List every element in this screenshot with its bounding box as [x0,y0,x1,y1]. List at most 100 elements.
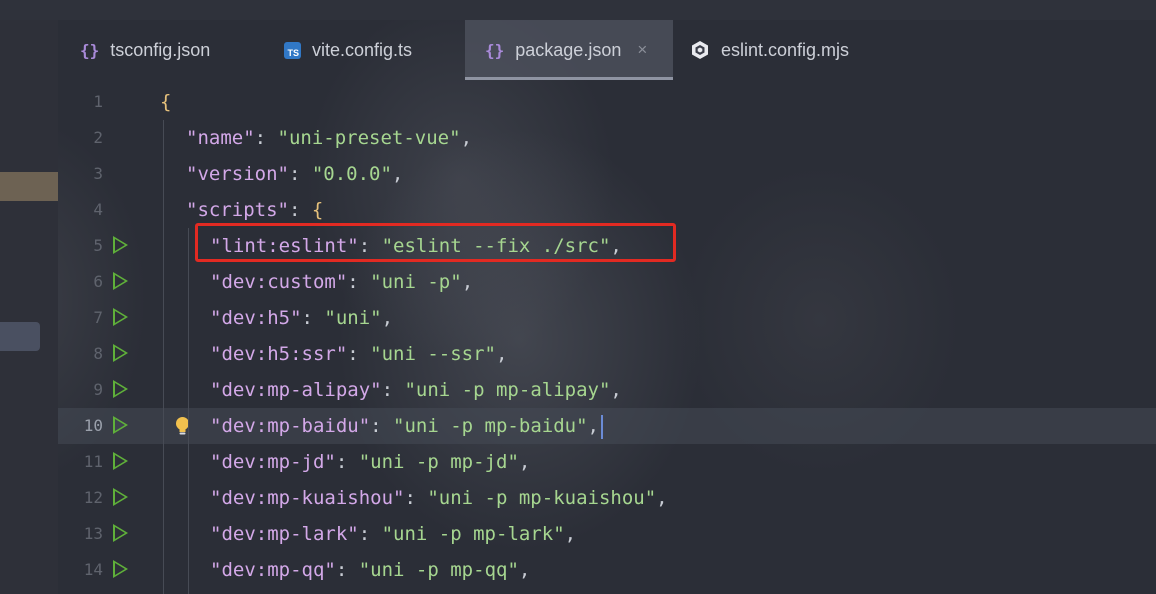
code-line[interactable]: 1{ [58,84,1156,120]
eslint-icon [690,40,710,60]
json-string-value: "uni -p" [370,271,462,293]
punctuation: : [370,415,394,437]
json-string-value: "uni -p mp-alipay" [404,379,611,401]
code-text: { [160,84,171,120]
code-line[interactable]: 8 "dev:h5:ssr": "uni --ssr", [58,336,1156,372]
side-panel [0,20,58,594]
punctuation: : [404,487,428,509]
run-script-icon[interactable] [113,452,128,470]
tab-label: vite.config.ts [312,39,413,60]
code-text: "dev:custom": "uni -p", [210,264,473,300]
line-number: 13 [83,524,103,543]
code-line[interactable]: 13 "dev:mp-lark": "uni -p mp-lark", [58,516,1156,552]
json-key: "dev:mp-qq" [210,559,336,581]
line-number: 10 [83,416,103,435]
code-text: "dev:mp-jd": "uni -p mp-jd", [210,444,530,480]
line-number: 12 [83,488,103,507]
json-brace: { [160,91,172,113]
json-brace: { [311,199,324,221]
typescript-icon: TS [284,41,301,59]
punctuation: : [335,451,359,473]
code-line[interactable]: 7 "dev:h5": "uni", [58,300,1156,336]
json-key: "dev:mp-alipay" [210,379,382,401]
title-strip [0,0,1156,20]
text-cursor [600,414,603,439]
json-comma: , [610,379,622,401]
json-comma: , [656,487,668,509]
code-text: "dev:mp-qq": "uni -p mp-qq", [210,552,530,588]
code-line[interactable]: 2 "name": "uni-preset-vue", [58,120,1156,156]
json-string-value: "uni-preset-vue" [277,127,461,149]
line-number: 8 [93,344,103,363]
run-script-icon[interactable] [113,236,128,254]
line-number: 7 [93,308,103,327]
code-text: "dev:mp-lark": "uni -p mp-lark", [210,516,576,552]
editor-tab-bar: {} tsconfig.json TS vite.config.ts {} pa… [58,20,1156,80]
line-number: 6 [93,272,103,291]
tab-tsconfig-json[interactable]: {} tsconfig.json [80,20,210,80]
code-line[interactable]: 10 "dev:mp-baidu": "uni -p mp-baidu", [58,408,1156,444]
punctuation: : [288,199,312,221]
json-key: "scripts" [186,199,289,221]
line-number: 5 [93,236,103,255]
line-number: 4 [93,200,103,219]
side-panel-selection[interactable] [0,322,40,351]
code-text: "dev:h5:ssr": "uni --ssr", [210,336,507,372]
code-line[interactable]: 14 "dev:mp-qq": "uni -p mp-qq", [58,552,1156,588]
punctuation: : [347,271,371,293]
run-script-icon[interactable] [113,308,128,326]
json-string-value: "0.0.0" [311,163,392,185]
json-string-value: "uni -p mp-kuaishou" [427,487,657,509]
json-key: "version" [186,163,289,185]
close-tab-icon[interactable]: × [637,40,647,60]
code-text: "version": "0.0.0", [186,156,403,192]
json-key: "dev:h5" [210,307,302,329]
tab-label: eslint.config.mjs [721,39,850,60]
code-line[interactable]: 6 "dev:custom": "uni -p", [58,264,1156,300]
code-line[interactable]: 9 "dev:mp-alipay": "uni -p mp-alipay", [58,372,1156,408]
code-line[interactable]: 11 "dev:mp-jd": "uni -p mp-jd", [58,444,1156,480]
side-panel-highlight [0,172,58,201]
json-comma: , [564,523,577,545]
code-text: "dev:mp-alipay": "uni -p mp-alipay", [210,372,622,408]
code-text: "dev:h5": "uni", [210,300,393,336]
run-script-icon[interactable] [113,560,128,578]
tab-label: tsconfig.json [110,39,211,60]
code-text: "dev:mp-kuaishou": "uni -p mp-kuaishou", [210,480,668,516]
json-comma: , [587,415,599,437]
code-text: "dev:mp-baidu": "uni -p mp-baidu", [210,408,603,444]
json-key: "name" [186,127,255,149]
code-line[interactable]: 3 "version": "0.0.0", [58,156,1156,192]
tab-eslint-config-mjs[interactable]: eslint.config.mjs [690,20,849,80]
line-number: 3 [93,164,103,183]
tab-package-json[interactable]: {} package.json × [465,20,673,80]
json-string-value: "uni" [324,307,382,329]
json-string-value: "uni -p mp-lark" [381,523,565,545]
run-script-icon[interactable] [113,344,128,362]
punctuation: : [254,127,278,149]
json-comma: , [518,451,531,473]
code-editor[interactable]: 1{ 2 "name": "uni-preset-vue", 3 "version": … [58,84,1156,594]
line-number: 14 [83,560,103,579]
punctuation: : [347,343,371,365]
code-text: "name": "uni-preset-vue", [186,120,472,156]
json-comma: , [461,271,474,293]
json-comma: , [496,343,508,365]
punctuation: : [381,379,405,401]
run-script-icon[interactable] [113,524,128,542]
line-number: 2 [93,128,103,147]
json-string-value: "uni -p mp-qq" [358,559,519,581]
run-script-icon[interactable] [113,272,128,290]
json-brace-icon: {} [485,40,505,60]
code-line[interactable]: 12 "dev:mp-kuaishou": "uni -p mp-kuaishou… [58,480,1156,516]
json-key: "dev:mp-baidu" [210,415,371,437]
json-key: "dev:mp-jd" [210,451,336,473]
run-script-icon[interactable] [113,416,128,434]
run-script-icon[interactable] [113,380,128,398]
highlight-annotation-box [195,223,676,262]
run-script-icon[interactable] [113,488,128,506]
indent-guide [163,120,164,594]
json-key: "dev:mp-lark" [210,523,359,545]
tab-vite-config-ts[interactable]: TS vite.config.ts [284,20,412,80]
json-comma: , [460,127,473,149]
